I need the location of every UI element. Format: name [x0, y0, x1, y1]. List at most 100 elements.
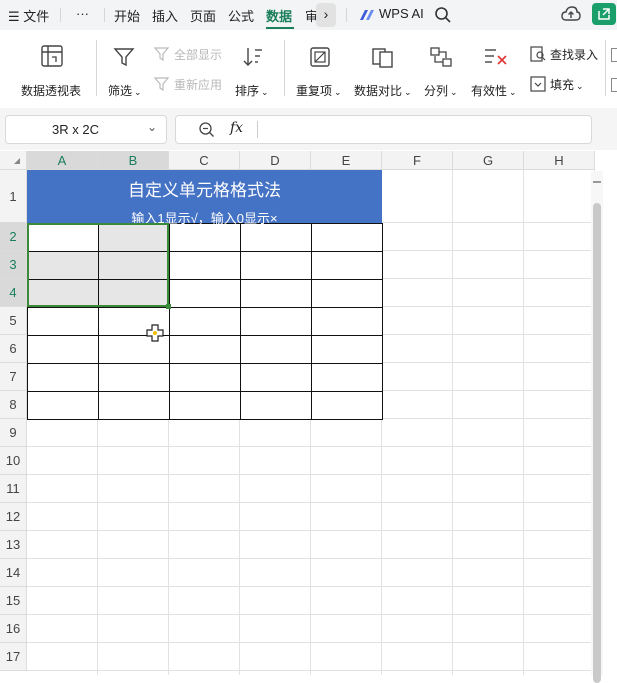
table-cell[interactable] — [240, 363, 312, 392]
lookup-entry-button[interactable]: 查找录入 — [528, 44, 606, 64]
table-cell[interactable] — [311, 251, 383, 280]
column-header-e[interactable]: E — [311, 151, 382, 170]
divider — [60, 8, 61, 22]
table-cell[interactable] — [27, 335, 99, 364]
show-all-label: 全部显示 — [174, 48, 223, 62]
table-cell[interactable] — [169, 391, 241, 420]
table-cell[interactable] — [27, 307, 99, 336]
table-cell[interactable] — [311, 307, 383, 336]
row-header-4[interactable]: 4 — [0, 279, 27, 307]
fill-handle[interactable] — [166, 304, 171, 309]
table-cell[interactable] — [169, 223, 241, 252]
table-cell[interactable] — [240, 223, 312, 252]
chevron-right-icon: › — [323, 6, 329, 22]
sort-button[interactable]: 排序 ⌄ — [232, 36, 276, 100]
table-cell[interactable] — [169, 307, 241, 336]
duplicates-icon — [310, 47, 330, 67]
row-header-3[interactable]: 3 — [0, 251, 27, 279]
chevron-down-icon[interactable]: ⌄ — [147, 120, 157, 134]
row-header-7[interactable]: 7 — [0, 363, 27, 391]
row-header-11[interactable]: 11 — [0, 475, 27, 503]
row-header-10[interactable]: 10 — [0, 447, 27, 475]
table-cell[interactable] — [169, 363, 241, 392]
table-cell[interactable] — [240, 391, 312, 420]
tabs-scroll-right-button[interactable]: › — [316, 3, 336, 27]
fill-button[interactable]: 填充 ⌄ — [528, 74, 592, 94]
main-menu-button[interactable]: ☰ 文件 — [8, 6, 49, 25]
row-header-2[interactable]: 2 — [0, 223, 27, 251]
more-menu-button[interactable]: ··· — [76, 6, 89, 21]
row-header-15[interactable]: 15 — [0, 587, 27, 615]
column-header-a[interactable]: A — [27, 151, 98, 170]
wps-ai-label: WPS AI — [379, 6, 424, 21]
vertical-scrollbar-thumb[interactable] — [593, 203, 601, 683]
column-header-c[interactable]: C — [169, 151, 240, 170]
gridline — [27, 586, 591, 587]
row-header-17[interactable]: 17 — [0, 643, 27, 671]
table-cell[interactable] — [169, 279, 241, 308]
table-cell[interactable] — [311, 279, 383, 308]
table-cell[interactable] — [169, 335, 241, 364]
validity-button[interactable]: 有效性 ⌄ — [468, 36, 522, 100]
column-header-g[interactable]: G — [453, 151, 524, 170]
banner-title: 自定义单元格格式法 — [128, 181, 281, 200]
vertical-scrollbar-track[interactable] — [591, 171, 603, 683]
spreadsheet-grid[interactable]: ABCDEFGH 1 2 3 4 5 6 7 8 9 10 11 12 13 14 15 16 17 自定义单元… — [0, 151, 617, 683]
table-cell[interactable] — [240, 251, 312, 280]
duplicates-button[interactable]: 重复项 ⌄ — [292, 36, 348, 100]
share-button[interactable] — [592, 3, 616, 25]
table-cell[interactable] — [27, 363, 99, 392]
row-header-14[interactable]: 14 — [0, 559, 27, 587]
table-cell[interactable] — [311, 363, 383, 392]
gridline — [27, 530, 591, 531]
table-cell[interactable] — [169, 251, 241, 280]
row-header-6[interactable]: 6 — [0, 335, 27, 363]
row-header-1[interactable]: 1 — [0, 170, 27, 223]
table-cell[interactable] — [27, 391, 99, 420]
table-cell[interactable] — [240, 307, 312, 336]
fill-label: 填充 ⌄ — [550, 78, 584, 92]
row-header-16[interactable]: 16 — [0, 615, 27, 643]
tab-formula[interactable]: 公式 — [228, 6, 254, 25]
split-columns-button[interactable]: 分列 ⌄ — [420, 36, 462, 100]
divider — [257, 121, 258, 138]
data-compare-icon — [372, 48, 393, 68]
row-header-5[interactable]: 5 — [0, 307, 27, 335]
tab-data[interactable]: 数据 — [266, 6, 292, 25]
table-cell[interactable] — [98, 363, 170, 392]
tab-page[interactable]: 页面 — [190, 6, 216, 25]
pivot-table-button[interactable]: 数据透视表 — [14, 36, 92, 100]
table-cell[interactable] — [240, 335, 312, 364]
table-cell[interactable] — [311, 335, 383, 364]
share-icon — [598, 8, 610, 20]
filter-button[interactable]: 筛选 ⌄ — [104, 36, 146, 100]
search-icon[interactable] — [434, 6, 452, 24]
column-header-d[interactable]: D — [240, 151, 311, 170]
name-box[interactable]: 3R x 2C ⌄ — [5, 115, 167, 144]
table-cell[interactable] — [311, 391, 383, 420]
show-all-button[interactable]: 全部显示 — [152, 44, 232, 64]
row-header-12[interactable]: 12 — [0, 503, 27, 531]
cloud-upload-icon[interactable] — [561, 5, 581, 23]
table-cell[interactable] — [98, 391, 170, 420]
tab-insert[interactable]: 插入 — [152, 6, 178, 25]
column-header-f[interactable]: F — [382, 151, 453, 170]
table-cell[interactable] — [311, 223, 383, 252]
data-compare-button[interactable]: 数据对比 ⌄ — [352, 36, 414, 100]
tab-home[interactable]: 开始 — [114, 6, 140, 25]
row-header-8[interactable]: 8 — [0, 391, 27, 419]
select-all-corner[interactable] — [0, 151, 27, 170]
row-header-13[interactable]: 13 — [0, 531, 27, 559]
zoom-formula-icon[interactable] — [198, 121, 216, 139]
row-header-9[interactable]: 9 — [0, 419, 27, 447]
fill-icon — [530, 76, 546, 92]
reapply-button[interactable]: 重新应用 — [152, 74, 232, 94]
fx-icon[interactable]: fx — [230, 120, 243, 136]
column-header-b[interactable]: B — [98, 151, 169, 170]
divider — [104, 8, 105, 22]
formula-input[interactable]: fx — [175, 115, 592, 144]
lookup-entry-label: 查找录入 — [550, 48, 599, 62]
split-columns-label: 分列 ⌄ — [424, 84, 458, 98]
table-cell[interactable] — [240, 279, 312, 308]
column-header-h[interactable]: H — [524, 151, 595, 170]
